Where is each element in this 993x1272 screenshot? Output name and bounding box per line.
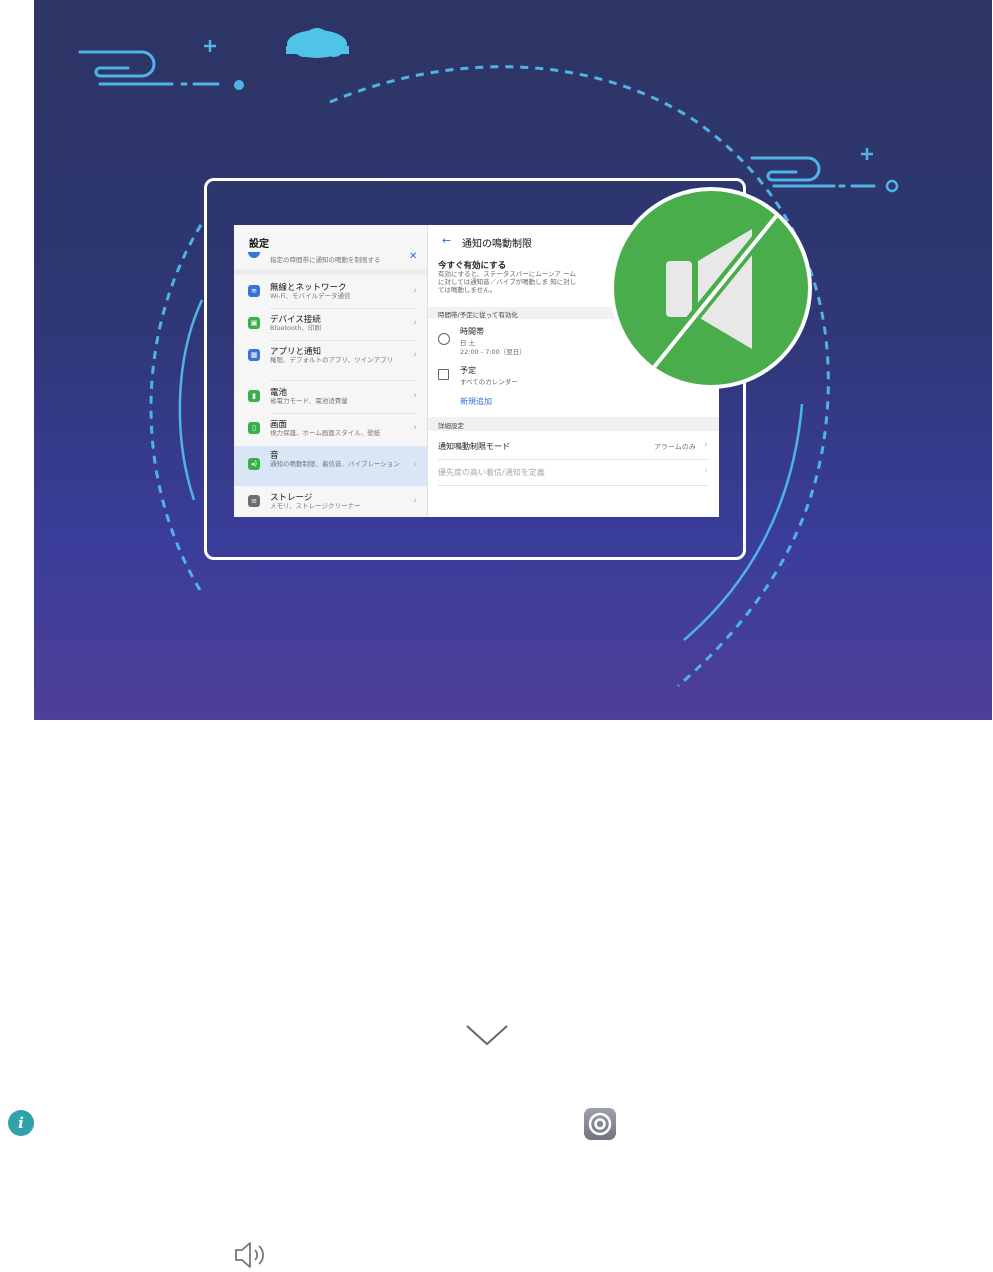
display-icon: ▯: [248, 422, 260, 434]
enable-now-desc: 有効にすると、ステータスバーにムーンア ームに対しては通知音／バイブが鳴動しま …: [438, 270, 577, 294]
storage-icon: ≡: [248, 495, 260, 507]
menu-item-apps[interactable]: ▦ アプリと通知 権限、デフォルトのアプリ、ツインアプリ ›: [234, 342, 427, 378]
menu-item-device[interactable]: ▣ デバイス接続 Bluetooth、印刷 ›: [234, 310, 427, 340]
menu-item-storage[interactable]: ≡ ストレージ メモリ、ストレージクリーナー ›: [234, 488, 427, 517]
back-arrow-icon[interactable]: ←: [442, 234, 451, 247]
chevron-right-icon: ›: [413, 460, 417, 470]
menu-item-display[interactable]: ▯ 画面 視力保護、ホーム画面スタイル、壁紙 ›: [234, 415, 427, 445]
menu-item-sound[interactable]: ◂) 音 通知の鳴動制限、着信音、バイブレーション ›: [234, 446, 427, 486]
menu-item-sub: メモリ、ストレージクリーナー: [270, 502, 361, 510]
sound-icon: ◂): [248, 458, 260, 470]
chevron-right-icon: ›: [413, 496, 417, 506]
info-icon: i: [8, 1110, 34, 1136]
chevron-right-icon: ›: [704, 440, 708, 450]
menu-item-sub: 視力保護、ホーム画面スタイル、壁紙: [270, 429, 381, 437]
calendar-icon: [438, 369, 449, 380]
time-slot-range: 22:00 - 7:00（翌日）: [460, 348, 526, 356]
settings-list-pane: 設定 指定の時間帯に通知の鳴動を制限する ✕ ≋ 無線とネットワーク Wi-Fi…: [234, 225, 427, 517]
clock-icon: [438, 333, 450, 345]
dnd-mode-value: アラームのみ: [654, 443, 696, 451]
dnd-title: 通知の鳴動制限: [462, 239, 532, 250]
menu-item-sub: Wi-Fi、モバイルデータ通信: [270, 292, 351, 300]
chevron-right-icon: ›: [413, 286, 417, 296]
chevron-down-icon[interactable]: [463, 1022, 511, 1048]
priority-label[interactable]: 優先度の高い着信/通知を定義: [438, 467, 545, 478]
wind-line-left: [78, 50, 220, 86]
settings-app-icon: [584, 1108, 616, 1140]
event-sub: すべてのカレンダー: [460, 378, 518, 386]
wifi-icon: ≋: [248, 285, 260, 297]
cloud-icon: [286, 28, 349, 58]
speaker-icon: [235, 1242, 264, 1268]
apps-icon: ▦: [248, 349, 260, 361]
menu-item-sub: 省電力モード、電池消費量: [270, 397, 348, 405]
device-connect-icon: ▣: [248, 317, 260, 329]
menu-item-sub: 通知の鳴動制限、着信音、バイブレーション: [270, 460, 400, 468]
close-icon[interactable]: ✕: [409, 251, 417, 262]
chevron-right-icon: ›: [413, 318, 417, 328]
settings-title: 設定: [249, 239, 269, 250]
moon-icon: [248, 252, 260, 258]
chevron-right-icon: ›: [413, 423, 417, 433]
partial-item-sub: 指定の時間帯に通知の鳴動を制限する: [270, 256, 381, 264]
chevron-right-icon: ›: [413, 350, 417, 360]
menu-item-sub: Bluetooth、印刷: [270, 324, 322, 332]
time-slot-title[interactable]: 時間帯: [460, 326, 484, 337]
hero-illustration: 設定 指定の時間帯に通知の鳴動を制限する ✕ ≋ 無線とネットワーク Wi-Fi…: [34, 0, 992, 720]
battery-icon: ▮: [248, 390, 260, 402]
menu-item-sub: 権限、デフォルトのアプリ、ツインアプリ: [270, 356, 394, 364]
mute-speaker-icon: [610, 187, 812, 389]
wind-line-right: [750, 156, 876, 188]
event-title[interactable]: 予定: [460, 365, 476, 376]
dnd-mode-label[interactable]: 通知鳴動制限モード: [438, 441, 510, 452]
chevron-right-icon: ›: [413, 391, 417, 401]
schedule-header: 時間帯/予定に従って有効化: [438, 311, 518, 319]
menu-item-battery[interactable]: ▮ 電池 省電力モード、電池消費量 ›: [234, 383, 427, 413]
advanced-header: 詳細設定: [438, 422, 464, 430]
menu-item-wireless[interactable]: ≋ 無線とネットワーク Wi-Fi、モバイルデータ通信 ›: [234, 278, 427, 308]
add-new-link[interactable]: 新規追加: [460, 396, 492, 407]
chevron-right-icon: ›: [704, 466, 708, 476]
